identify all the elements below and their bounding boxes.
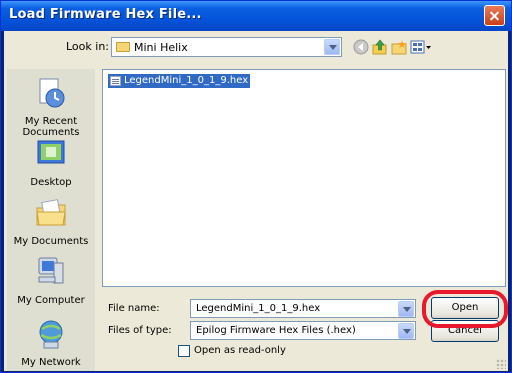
up-folder-icon[interactable]: [372, 39, 388, 55]
place-my-recent-documents[interactable]: My Recent Documents: [7, 76, 95, 138]
place-label-desktop: Desktop: [30, 177, 72, 188]
files-of-type-value: Epilog Firmware Hex Files (.hex): [196, 325, 356, 336]
place-my-network[interactable]: My Network: [7, 317, 95, 368]
new-folder-icon[interactable]: [391, 39, 407, 55]
look-in-label: Look in:: [66, 40, 109, 53]
desktop-icon: [37, 140, 65, 164]
files-of-type-dropdown[interactable]: Epilog Firmware Hex Files (.hex): [190, 321, 416, 340]
place-label-recent: My Recent Documents: [22, 116, 80, 138]
file-item-selected[interactable]: LegendMini_1_0_1_9.hex: [108, 74, 251, 88]
chevron-down-icon[interactable]: [324, 39, 340, 55]
dialog-body: Look in: Mini Helix My Recent Documents …: [4, 31, 508, 371]
place-my-computer[interactable]: My Computer: [7, 255, 95, 306]
chevron-down-icon[interactable]: [398, 323, 414, 339]
look-in-value: Mini Helix: [134, 41, 188, 54]
chevron-down-icon[interactable]: [398, 301, 414, 317]
place-label-my-network: My Network: [21, 357, 81, 368]
resize-grip[interactable]: [496, 359, 506, 369]
place-label-my-documents: My Documents: [13, 236, 89, 247]
recent-documents-icon: [39, 78, 65, 108]
look-in-dropdown[interactable]: Mini Helix: [111, 37, 342, 57]
load-firmware-dialog: Load Firmware Hex File... Look in: Mini …: [0, 0, 512, 373]
read-only-checkbox[interactable]: [178, 345, 190, 357]
places-bar: My Recent Documents Desktop My Documents: [7, 69, 95, 371]
read-only-label: Open as read-only: [194, 345, 286, 356]
place-my-documents[interactable]: My Documents: [7, 196, 95, 247]
my-documents-icon: [36, 199, 66, 226]
hex-file-icon: [110, 76, 121, 86]
file-name-input[interactable]: LegendMini_1_0_1_9.hex: [190, 299, 416, 318]
title-bar[interactable]: Load Firmware Hex File...: [1, 1, 511, 31]
highlight-annotation-ring: [422, 290, 508, 328]
my-network-icon: [39, 320, 63, 349]
file-name-value: LegendMini_1_0_1_9.hex: [196, 303, 321, 314]
views-menu-icon[interactable]: [410, 39, 432, 55]
place-label-my-computer: My Computer: [17, 295, 85, 306]
place-desktop[interactable]: Desktop: [7, 137, 95, 188]
my-computer-icon: [38, 257, 64, 284]
back-icon[interactable]: [353, 39, 369, 55]
file-name-label: File name:: [108, 303, 160, 314]
files-of-type-label: Files of type:: [108, 325, 172, 336]
window-title: Load Firmware Hex File...: [9, 7, 202, 22]
file-item-name: LegendMini_1_0_1_9.hex: [124, 75, 249, 86]
close-button[interactable]: [484, 5, 505, 26]
file-list[interactable]: LegendMini_1_0_1_9.hex: [102, 69, 506, 287]
folder-icon: [116, 42, 130, 52]
